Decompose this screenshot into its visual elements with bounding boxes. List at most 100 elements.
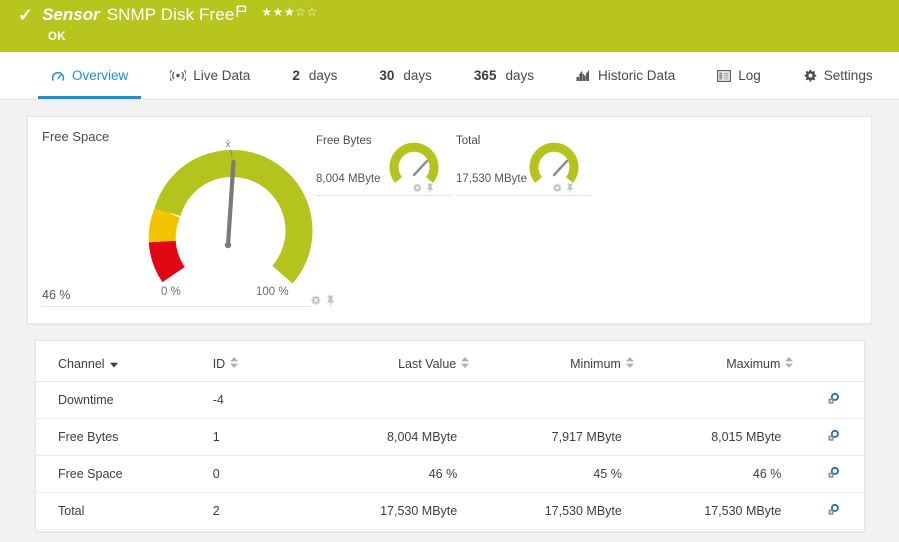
cell-minimum [475,382,642,419]
gauge-current-value: 46 % [42,288,71,302]
column-label-id: ID [213,357,226,371]
tab-settings[interactable]: Settings [782,52,894,99]
cell-last-value [304,382,476,419]
status-check-icon: ✓ [18,6,33,24]
gear-icon [803,69,817,83]
page-title: SNMP Disk Free [107,5,235,25]
tab-label-live-data: Live Data [193,68,250,83]
column-header-channel[interactable]: Channel [36,341,213,382]
table-row[interactable]: Free Bytes 1 8,004 MByte 7,917 MByte 8,0… [36,419,864,456]
channels-table-head: Channel ID Las [36,341,864,382]
sensor-type-label: Sensor [42,5,100,25]
cell-minimum: 7,917 MByte [475,419,642,456]
tab-label-historic-data: Historic Data [598,68,675,83]
tab-num-30: 30 [379,68,394,83]
status-badge: OK [18,26,899,43]
tab-2-days[interactable]: 2 days [271,52,358,99]
cell-minimum: 45 % [475,456,642,493]
tab-label-overview: Overview [72,68,128,83]
tab-historic-data[interactable]: Historic Data [555,52,696,99]
tab-num-365: 365 [474,68,497,83]
column-header-maximum[interactable]: Maximum [642,341,804,382]
main-gauge-footer-rule [42,306,311,311]
priority-rating[interactable]: ★ ★ ★ ☆ ☆ [261,6,317,18]
cell-actions [803,456,864,493]
cell-id: -4 [213,382,304,419]
star-filled-1: ★ [261,6,272,18]
free-space-gauge: x̄ [128,127,328,312]
sort-both-icon [626,357,634,371]
cell-channel: Total [36,493,213,530]
sort-both-icon [461,357,469,371]
cell-id: 2 [213,493,304,530]
channels-table: Channel ID Las [36,341,864,530]
table-row[interactable]: Total 2 17,530 MByte 17,530 MByte 17,530… [36,493,864,530]
main-gauge-actions [310,293,335,311]
gear-icon[interactable] [310,293,321,311]
gauge-max-label: 100 % [256,286,289,298]
free-bytes-rule [316,195,451,196]
free-bytes-gauge-block: Free Bytes 8,004 MByte [316,135,459,147]
gauge-title-free-space: Free Space [42,129,109,144]
cell-actions [803,382,864,419]
total-gauge-block: Total 17,530 MByte [456,135,599,147]
column-label-minimum: Minimum [570,357,621,371]
total-rule [456,195,591,196]
cell-maximum: 46 % [642,456,804,493]
star-empty-5: ☆ [306,6,317,18]
tab-label-2-days: days [309,68,338,83]
tab-overview[interactable]: Overview [30,52,149,99]
tab-365-days[interactable]: 365 days [453,52,555,99]
channels-panel: Channel ID Las [35,340,865,532]
header-title-row: ✓ Sensor SNMP Disk Free ★ ★ ★ ☆ ☆ [18,0,899,26]
tab-label-365-days: days [505,68,534,83]
settings-gear-icon[interactable] [826,506,841,520]
pin-icon[interactable] [326,293,335,311]
tab-log[interactable]: Log [696,52,782,99]
tab-navigation: Overview Live Data 2 days 30 days 365 da… [0,52,899,100]
tab-label-log: Log [738,68,761,83]
cell-channel: Free Bytes [36,419,213,456]
column-header-actions [803,341,864,382]
sort-both-icon [785,357,793,371]
live-icon [170,69,186,82]
settings-gear-icon[interactable] [826,395,841,409]
table-header-row: Channel ID Las [36,341,864,382]
tab-label-30-days: days [403,68,432,83]
cell-id: 0 [213,456,304,493]
tab-30-days[interactable]: 30 days [358,52,453,99]
cell-actions [803,493,864,530]
tab-label-settings: Settings [824,68,873,83]
gauges-panel: Free Space x̄ 46 % 0 % 100 % [27,116,872,324]
column-label-last-value: Last Value [398,357,456,371]
cell-maximum [642,382,804,419]
cell-channel: Downtime [36,382,213,419]
column-header-last-value[interactable]: Last Value [304,341,476,382]
column-header-minimum[interactable]: Minimum [475,341,642,382]
settings-gear-icon[interactable] [826,432,841,446]
settings-gear-icon[interactable] [826,469,841,483]
table-row[interactable]: Free Space 0 46 % 45 % 46 % [36,456,864,493]
sort-both-icon [230,357,238,371]
star-empty-4: ☆ [295,6,306,18]
star-filled-2: ★ [273,6,284,18]
column-label-maximum: Maximum [726,357,780,371]
cell-actions [803,419,864,456]
column-header-id[interactable]: ID [213,341,304,382]
sensor-header: ✓ Sensor SNMP Disk Free ★ ★ ★ ☆ ☆ OK [0,0,899,52]
cell-maximum: 17,530 MByte [642,493,804,530]
tab-live-data[interactable]: Live Data [149,52,271,99]
table-row[interactable]: Downtime -4 [36,382,864,419]
chart-icon [576,69,591,82]
sort-desc-icon [110,357,118,371]
mini-gauge-value-total: 17,530 MByte [456,173,527,185]
tab-num-2: 2 [292,68,300,83]
star-filled-3: ★ [284,6,295,18]
cell-last-value: 8,004 MByte [304,419,476,456]
log-icon [717,70,731,82]
mini-gauge-value-free-bytes: 8,004 MByte [316,173,381,185]
cell-maximum: 8,015 MByte [642,419,804,456]
flag-icon[interactable] [236,5,247,23]
column-label-channel: Channel [58,357,105,371]
cell-id: 1 [213,419,304,456]
